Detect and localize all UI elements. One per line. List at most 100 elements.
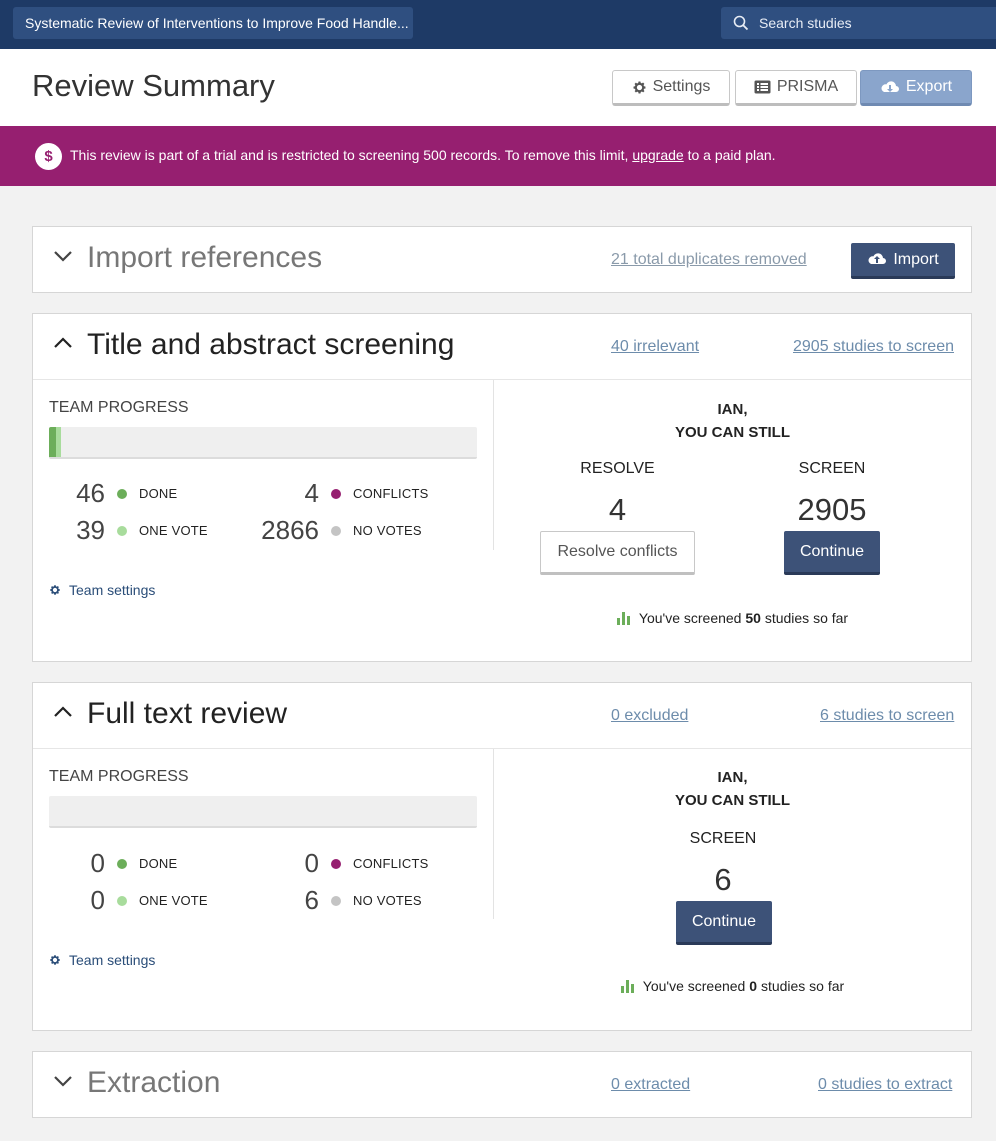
page-header: Review Summary Settings PRISMA Export [0,49,996,126]
dollar-icon: $ [35,143,62,170]
title-abstract-panel: Title and abstract screening 40 irreleva… [32,313,972,662]
screened-so-far: You've screened 50 studies so far [494,610,971,626]
team-settings-link[interactable]: Team settings [49,582,155,598]
stat-no-votes: 6 NO VOTES [258,885,422,916]
screened-count: 0 [749,978,758,994]
chevron-up-icon[interactable] [53,706,73,718]
team-progress-label: TEAM PROGRESS [49,768,189,785]
extraction-panel: Extraction 0 extracted 0 studies to extr… [32,1051,972,1118]
studies-to-screen-link[interactable]: 2905 studies to screen [793,338,954,356]
bar-chart-icon [616,611,630,625]
team-settings-link[interactable]: Team settings [49,952,155,968]
extracted-link[interactable]: 0 extracted [611,1076,690,1094]
screened-count: 50 [745,610,761,626]
no-votes-count: 2866 [261,515,319,545]
screen-label: SCREEN [689,830,757,847]
progress-done-segment [49,427,56,457]
page-title: Review Summary [32,68,275,103]
trial-banner: $ This review is part of a trial and is … [0,126,996,186]
studies-to-screen-link[interactable]: 6 studies to screen [820,707,954,725]
no-votes-dot [331,895,341,906]
export-button-label: Export [905,78,953,95]
banner-text-after: to a paid plan. [687,147,776,163]
settings-button[interactable]: Settings [612,70,730,106]
conflicts-count: 4 [304,478,319,508]
import-button-label: Import [893,250,939,268]
resolve-conflicts-button[interactable]: Resolve conflicts [540,531,695,575]
stat-one-vote: 39 ONE VOTE [49,515,208,546]
extraction-header[interactable]: Extraction 0 extracted 0 studies to extr… [33,1052,971,1117]
no-votes-count: 6 [304,885,319,915]
import-references-panel: Import references 21 total duplicates re… [32,226,972,293]
done-count: 46 [76,478,105,508]
your-actions: IAN, YOU CAN STILL SCREEN 6 Continue You… [494,749,971,1029]
team-settings-label: Team settings [69,952,156,968]
search-icon [733,15,749,31]
title-abstract-title: Title and abstract screening [87,328,455,361]
top-bar: Systematic Review of Interventions to Im… [0,0,996,49]
full-text-title: Full text review [87,697,288,730]
chevron-down-icon[interactable] [53,1075,73,1087]
chevron-down-icon[interactable] [53,250,73,262]
full-text-header[interactable]: Full text review 0 excluded 6 studies to… [33,683,971,748]
screen-label: SCREEN [798,460,866,477]
gear-icon [50,585,60,595]
one-vote-count: 39 [76,515,105,545]
list-icon [754,80,771,94]
team-progress-bar [49,427,477,459]
prisma-button[interactable]: PRISMA [735,70,857,106]
one-vote-dot [117,525,127,536]
irrelevant-link[interactable]: 40 irrelevant [611,338,699,356]
team-progress-bar [49,796,477,828]
duplicates-removed-link[interactable]: 21 total duplicates removed [611,251,807,269]
user-name-line: IAN, [717,401,748,418]
extraction-title: Extraction [87,1066,221,1099]
no-votes-dot [331,525,341,536]
user-name-line: IAN, [717,769,748,786]
review-title-selector[interactable]: Systematic Review of Interventions to Im… [13,7,413,39]
team-progress-label: TEAM PROGRESS [49,399,189,416]
one-vote-label: ONE VOTE [139,893,208,908]
import-panel-title: Import references [87,241,323,274]
no-votes-label: NO VOTES [353,523,422,538]
continue-button[interactable]: Continue [676,901,772,945]
you-can-still-line: YOU CAN STILL [675,792,790,809]
screen-count: 2905 [797,492,867,527]
prisma-button-label: PRISMA [776,78,839,95]
no-votes-label: NO VOTES [353,893,422,908]
conflicts-label: CONFLICTS [353,856,429,871]
studies-to-extract-link[interactable]: 0 studies to extract [818,1076,952,1094]
resolve-label: RESOLVE [580,460,655,477]
screened-prefix: You've screened [638,610,742,626]
continue-button[interactable]: Continue [784,531,880,575]
one-vote-label: ONE VOTE [139,523,208,538]
done-label: DONE [139,856,178,871]
your-actions: IAN, YOU CAN STILL RESOLVE 4 Resolve con… [494,380,971,660]
stat-conflicts: 0 CONFLICTS [258,848,429,879]
gear-icon [633,81,646,93]
import-panel-header[interactable]: Import references 21 total duplicates re… [33,227,971,292]
screened-suffix: studies so far [764,610,849,626]
trial-banner-text: This review is part of a trial and is re… [70,147,776,163]
cloud-upload-icon [868,253,887,264]
search-placeholder: Search studies [759,15,852,31]
conflicts-dot [331,488,341,499]
title-abstract-header[interactable]: Title and abstract screening 40 irreleva… [33,314,971,379]
full-text-panel: Full text review 0 excluded 6 studies to… [32,682,972,1031]
stat-done: 46 DONE [49,478,177,509]
screen-count: 6 [714,862,732,897]
excluded-link[interactable]: 0 excluded [611,707,688,725]
import-button[interactable]: Import [851,243,955,279]
team-settings-label: Team settings [69,582,156,598]
chevron-up-icon[interactable] [53,337,73,349]
export-button[interactable]: Export [860,70,972,106]
progress-one-vote-segment [55,427,62,457]
search-input[interactable]: Search studies [721,7,996,39]
done-dot [117,858,127,869]
you-can-still-heading: IAN, YOU CAN STILL [494,766,971,812]
done-dot [117,488,127,499]
stat-conflicts: 4 CONFLICTS [258,478,429,509]
bar-chart-icon [620,979,634,993]
upgrade-link[interactable]: upgrade [632,147,683,163]
conflicts-dot [331,858,341,869]
